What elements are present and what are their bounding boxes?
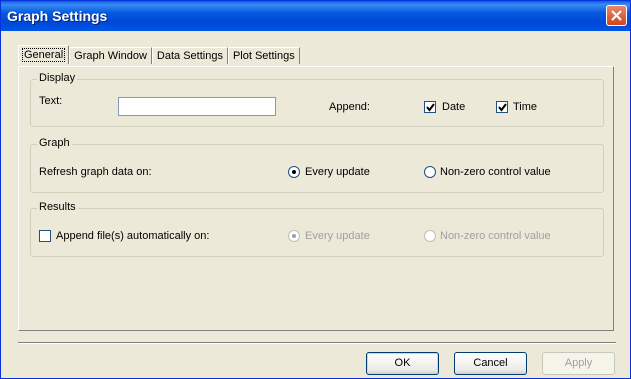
results-nonzero-radio — [424, 230, 436, 242]
tab-plot-settings[interactable]: Plot Settings — [227, 47, 300, 64]
text-label: Text: — [39, 95, 63, 107]
append-label: Append: — [329, 101, 370, 113]
append-files-checkbox[interactable] — [39, 230, 51, 242]
graph-settings-window: Graph Settings General Graph Window Data… — [0, 0, 631, 379]
results-every-update-label: Every update — [305, 230, 370, 242]
cancel-button[interactable]: Cancel — [454, 352, 527, 375]
results-every-update-radio — [288, 230, 300, 242]
graph-legend: Graph — [37, 137, 72, 149]
display-group: Display Text: Append: Date Time — [30, 72, 604, 127]
close-icon — [611, 10, 622, 21]
results-group: Results Append file(s) automatically on:… — [30, 201, 604, 257]
every-update-label[interactable]: Every update — [305, 166, 370, 178]
tab-data-settings[interactable]: Data Settings — [151, 47, 228, 64]
ok-button[interactable]: OK — [366, 352, 439, 375]
apply-button: Apply — [542, 352, 615, 375]
general-tab-panel: Display Text: Append: Date Time Graph Re… — [18, 66, 614, 331]
tab-graph-window[interactable]: Graph Window — [69, 47, 152, 64]
append-files-label[interactable]: Append file(s) automatically on: — [56, 230, 209, 242]
results-legend: Results — [37, 201, 78, 213]
nonzero-radio[interactable] — [424, 166, 436, 178]
every-update-radio[interactable] — [288, 166, 300, 178]
time-checkbox[interactable] — [496, 101, 508, 113]
checkmark-icon — [498, 103, 507, 112]
date-label: Date — [442, 101, 466, 113]
window-title: Graph Settings — [7, 8, 108, 24]
date-checkbox[interactable] — [424, 101, 436, 113]
text-input[interactable] — [118, 97, 276, 116]
nonzero-label[interactable]: Non-zero control value — [440, 166, 551, 178]
close-button[interactable] — [606, 5, 627, 26]
refresh-label: Refresh graph data on: — [39, 166, 152, 178]
button-separator — [18, 342, 616, 344]
time-label: Time — [513, 101, 538, 113]
dialog-client: General Graph Window Data Settings Plot … — [4, 32, 627, 376]
graph-group: Graph Refresh graph data on: Every updat… — [30, 137, 604, 193]
tab-general[interactable]: General — [18, 45, 70, 64]
display-legend: Display — [37, 72, 78, 84]
results-nonzero-label: Non-zero control value — [440, 230, 551, 242]
checkmark-icon — [426, 103, 435, 112]
title-bar[interactable]: Graph Settings — [1, 1, 630, 31]
tab-strip: General Graph Window Data Settings Plot … — [18, 45, 300, 65]
